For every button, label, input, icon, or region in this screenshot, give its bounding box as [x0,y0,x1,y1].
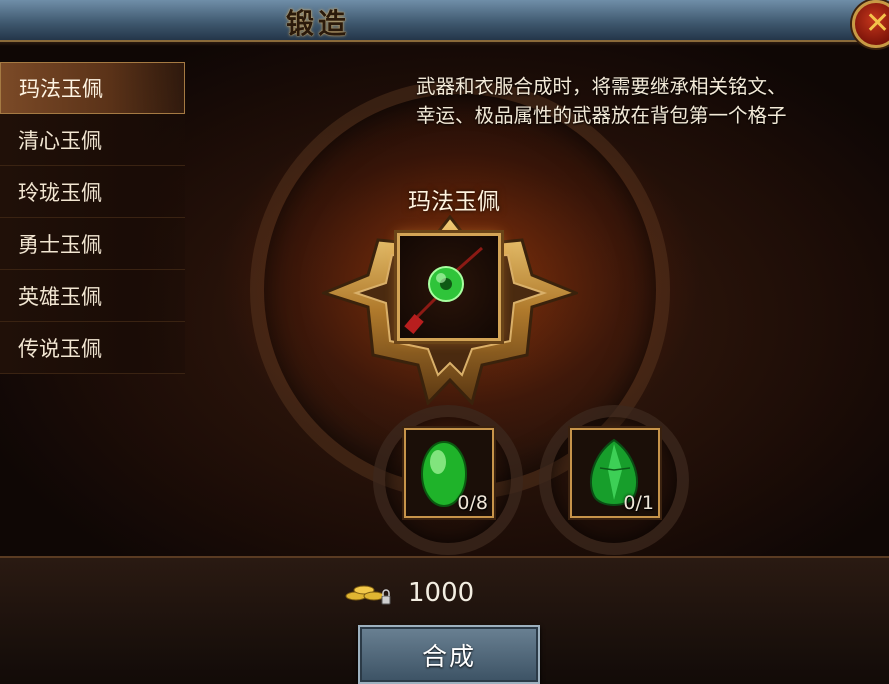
sidebar-item-label: 玲珑玉佩 [18,180,102,205]
target-item-slot[interactable] [397,233,501,341]
sidebar-item-label: 玛法玉佩 [19,77,103,101]
gold-coins-icon [345,585,391,605]
target-item-name: 玛法玉佩 [408,189,500,215]
sidebar-item-label: 清心玉佩 [18,128,102,153]
jade-pendant-icon [404,246,483,334]
cost-amount: 1000 [408,578,475,608]
sidebar-item-qingxin-pendant[interactable]: 清心玉佩 [0,114,185,166]
window-title: 锻造 [286,7,351,40]
material-count: 0/8 [457,492,488,514]
sidebar-item-yongshi-pendant[interactable]: 勇士玉佩 [0,218,185,270]
sidebar: 玛法玉佩 清心玉佩 玲珑玉佩 勇士玉佩 英雄玉佩 传说玉佩 [0,62,185,374]
craft-cost: 1000 [342,576,474,610]
close-x-icon: ✕ [865,6,889,41]
sidebar-item-yingxiong-pendant[interactable]: 英雄玉佩 [0,270,185,322]
sidebar-item-linglong-pendant[interactable]: 玲珑玉佩 [0,166,185,218]
sidebar-item-label: 勇士玉佩 [18,232,102,257]
craft-button-label: 合成 [421,641,476,671]
forge-panel: 锻造 ✕ 玛法玉佩 清心玉佩 玲珑玉佩 勇士玉佩 英雄玉佩 传说玉佩 武器和衣服… [0,0,889,684]
sidebar-item-label: 英雄玉佩 [18,284,102,309]
sidebar-item-chuanshuo-pendant[interactable]: 传说玉佩 [0,322,185,374]
title-bar: 锻造 [0,0,889,46]
material-count: 0/1 [623,492,654,514]
material-slot-jade-stone[interactable]: 0/8 [404,428,494,518]
forge-hint: 武器和衣服合成时，将需要继承相关铭文、 幸运、极品属性的武器放在背包第一个格子 [416,75,787,127]
craft-button[interactable]: 合成 [358,625,540,684]
sidebar-item-mafa-pendant[interactable]: 玛法玉佩 [0,62,185,114]
sidebar-item-label: 传说玉佩 [18,336,102,361]
material-slot-emerald-gem[interactable]: 0/1 [570,428,660,518]
